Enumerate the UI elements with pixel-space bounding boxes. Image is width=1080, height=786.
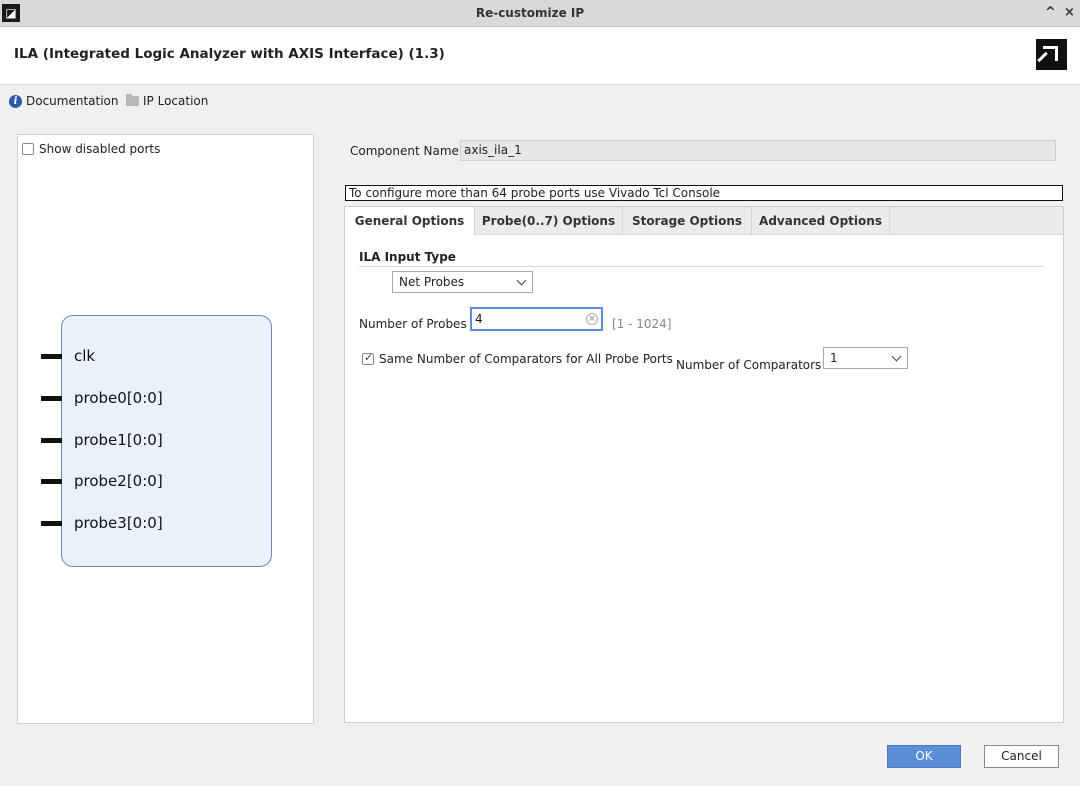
documentation-label: Documentation	[26, 94, 119, 108]
window-title: Re-customize IP	[475, 6, 585, 20]
checkbox[interactable]	[22, 143, 34, 155]
tab-probe-options[interactable]: Probe(0..7) Options	[475, 207, 623, 235]
title-bar: ◪ Re-customize IP ^ ×	[0, 0, 1080, 27]
options-tabs: General Options Probe(0..7) Options Stor…	[344, 206, 1064, 723]
number-of-probes-value: 4	[475, 312, 483, 326]
documentation-link[interactable]: i Documentation	[9, 94, 119, 108]
port-pin	[41, 354, 62, 359]
cancel-button[interactable]: Cancel	[984, 745, 1059, 768]
port-name: probe0[0:0]	[74, 389, 163, 407]
show-disabled-ports-checkbox[interactable]: Show disabled ports	[22, 142, 160, 156]
chevron-down-icon	[516, 275, 527, 286]
number-of-probes-label: Number of Probes	[359, 317, 467, 331]
port-name: probe2[0:0]	[74, 472, 163, 490]
ip-block-symbol: clk probe0[0:0] probe1[0:0] probe2[0:0] …	[41, 315, 272, 567]
info-icon: i	[9, 94, 22, 108]
number-of-probes-range: [1 - 1024]	[612, 317, 672, 331]
port-pin	[41, 438, 62, 443]
port-pin	[41, 479, 62, 484]
collapse-icon[interactable]: ^	[1045, 5, 1056, 20]
amd-logo-icon	[1036, 39, 1067, 70]
checkbox[interactable]	[362, 351, 374, 365]
close-icon[interactable]: ×	[1064, 5, 1075, 20]
port-name: probe1[0:0]	[74, 431, 163, 449]
probe-limit-notice: To configure more than 64 probe ports us…	[345, 185, 1063, 201]
number-of-comparators-label: Number of Comparators	[676, 358, 822, 372]
same-comparators-checkbox[interactable]: Same Number of Comparators for All Probe…	[362, 351, 673, 366]
clear-icon[interactable]: ×	[586, 313, 598, 325]
ip-location-label: IP Location	[143, 94, 209, 108]
show-disabled-ports-label: Show disabled ports	[39, 142, 161, 156]
tab-advanced-options[interactable]: Advanced Options	[752, 207, 890, 235]
number-of-comparators-value: 1	[830, 351, 838, 365]
tab-general-options[interactable]: General Options	[345, 207, 475, 236]
ip-symbol-panel: Show disabled ports clk probe0[0:0] prob…	[17, 134, 314, 724]
port-name: probe3[0:0]	[74, 514, 163, 532]
tab-bar: General Options Probe(0..7) Options Stor…	[345, 207, 1063, 236]
folder-icon	[126, 94, 139, 106]
number-of-probes-input[interactable]: 4 ×	[470, 307, 603, 331]
same-comparators-label: Same Number of Comparators for All Probe…	[379, 352, 673, 366]
ip-title: ILA (Integrated Logic Analyzer with AXIS…	[14, 46, 445, 62]
number-of-comparators-select[interactable]: 1	[823, 347, 908, 369]
component-name-field[interactable]: axis_ila_1	[460, 140, 1056, 161]
port-pin	[41, 521, 62, 526]
configuration-panel: Component Name axis_ila_1 To configure m…	[344, 134, 1064, 724]
port-pin	[41, 396, 62, 401]
ip-location-link[interactable]: IP Location	[126, 94, 208, 108]
dialog-header: ILA (Integrated Logic Analyzer with AXIS…	[0, 27, 1080, 85]
port-name: clk	[74, 347, 96, 365]
ila-input-type-select[interactable]: Net Probes	[392, 271, 533, 293]
section-title: ILA Input Type	[359, 250, 456, 264]
section-divider	[359, 266, 1043, 267]
ila-input-type-value: Net Probes	[399, 275, 465, 289]
component-name-label: Component Name	[350, 144, 459, 158]
tab-storage-options[interactable]: Storage Options	[623, 207, 752, 235]
ok-button[interactable]: OK	[887, 745, 961, 768]
chevron-down-icon	[891, 351, 902, 362]
link-bar: i Documentation IP Location	[0, 88, 1080, 114]
